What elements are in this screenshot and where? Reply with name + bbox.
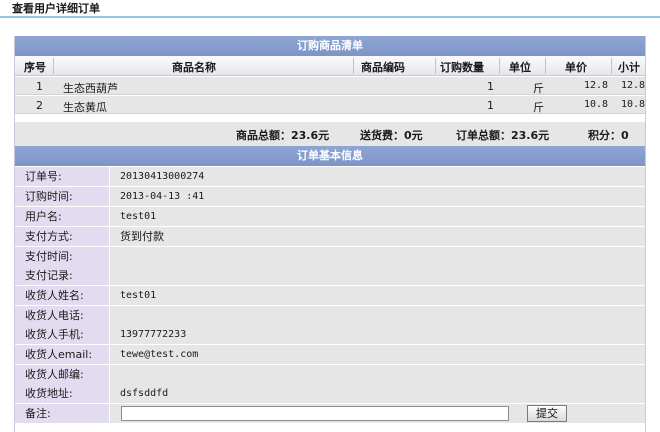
order-detail-panel: 订购商品清单 序号 商品名称 商品编码 订购数量 单位 单价 小计 1 生态西葫… — [14, 36, 646, 432]
info-label: 收货人电话: — [15, 306, 109, 325]
row-unit: 斤 — [533, 101, 544, 114]
remark-input[interactable] — [121, 406, 509, 421]
info-value: test01 — [110, 207, 645, 226]
basic-info-section-title: 订单基本信息 — [15, 146, 645, 166]
col-code: 商品编码 — [361, 61, 405, 74]
info-label: 支付记录: — [15, 266, 109, 285]
info-label: 收货人姓名: — [15, 286, 109, 305]
info-label: 支付时间: — [15, 247, 109, 266]
row-subtotal: 12.8 — [621, 80, 646, 91]
column-divider[interactable] — [611, 58, 612, 74]
goods-table-header: 序号 商品名称 商品编码 订购数量 单位 单价 小计 — [15, 56, 645, 76]
info-value — [110, 306, 645, 325]
info-row-payment-method: 支付方式: 货到付款 — [15, 227, 645, 246]
row-price: 12.8 — [584, 80, 609, 91]
column-divider[interactable] — [435, 58, 436, 74]
info-value — [110, 266, 645, 285]
col-qty: 订购数量 — [440, 61, 484, 74]
info-value: 13977772233 — [110, 325, 645, 344]
info-label: 支付方式: — [15, 227, 109, 246]
column-divider[interactable] — [53, 58, 54, 74]
info-label: 收货人email: — [15, 345, 109, 364]
info-row-payment-record: 支付记录: — [15, 266, 645, 285]
info-value — [110, 247, 645, 266]
col-subtotal: 小计 — [618, 61, 640, 74]
info-row-receiver-email: 收货人email: tewe@test.com — [15, 345, 645, 364]
info-label: 收货人邮编: — [15, 365, 109, 384]
goods-total: 商品总额：23.6元 — [236, 129, 330, 142]
info-row-remark: 备注: 提交 — [15, 404, 645, 423]
info-label: 备注: — [15, 404, 109, 423]
table-row: 2 生态黄瓜 1 斤 10.8 10.8 — [15, 96, 645, 114]
col-unit: 单位 — [509, 61, 531, 74]
col-price: 单价 — [565, 61, 587, 74]
info-value: 20130413000274 — [110, 167, 645, 186]
table-row: 1 生态西葫芦 1 斤 12.8 12.8 — [15, 77, 645, 95]
info-row-receiver-mobile: 收货人手机: 13977772233 — [15, 325, 645, 344]
row-subtotal: 10.8 — [621, 99, 646, 110]
info-row-receiver-postcode: 收货人邮编: — [15, 365, 645, 384]
row-price: 10.8 — [584, 99, 609, 110]
info-label: 用户名: — [15, 207, 109, 226]
col-name: 商品名称 — [172, 61, 216, 74]
row-qty: 1 — [487, 80, 494, 93]
info-row-receiver-name: 收货人姓名: test01 — [15, 286, 645, 305]
points: 积分：0 — [588, 129, 629, 142]
column-divider[interactable] — [353, 58, 354, 74]
info-label: 收货人手机: — [15, 325, 109, 344]
info-value: test01 — [110, 286, 645, 305]
info-value: 货到付款 — [110, 227, 645, 246]
goods-section-title: 订购商品清单 — [15, 36, 645, 56]
info-row-username: 用户名: test01 — [15, 207, 645, 226]
info-label: 订购时间: — [15, 187, 109, 206]
row-product-name: 生态黄瓜 — [63, 101, 107, 114]
info-value: 2013-04-13 :41 — [110, 187, 645, 206]
page-header: 查看用户详细订单 — [0, 0, 660, 18]
row-product-name: 生态西葫芦 — [63, 82, 118, 95]
col-index: 序号 — [24, 61, 46, 74]
info-label: 订单号: — [15, 167, 109, 186]
info-row-payment-time: 支付时间: — [15, 247, 645, 266]
info-row-address: 收货地址: dsfsddfd — [15, 384, 645, 403]
info-row-order-time: 订购时间: 2013-04-13 :41 — [15, 187, 645, 206]
row-index: 2 — [36, 99, 43, 112]
submit-button[interactable]: 提交 — [527, 405, 567, 422]
page-title: 查看用户详细订单 — [12, 2, 100, 15]
info-label: 收货地址: — [15, 384, 109, 403]
column-divider[interactable] — [499, 58, 500, 74]
info-row-receiver-phone: 收货人电话: — [15, 306, 645, 325]
order-summary: 商品总额：23.6元 送货费：0元 订单总额：23.6元 积分：0 — [15, 122, 645, 146]
shipping-fee: 送货费：0元 — [360, 129, 423, 142]
row-index: 1 — [36, 80, 43, 93]
row-qty: 1 — [487, 99, 494, 112]
info-row-order-number: 订单号: 20130413000274 — [15, 167, 645, 186]
row-unit: 斤 — [533, 82, 544, 95]
info-value — [110, 365, 645, 384]
order-total: 订单总额：23.6元 — [456, 129, 550, 142]
info-value: dsfsddfd — [110, 384, 645, 403]
column-divider[interactable] — [545, 58, 546, 74]
info-value: tewe@test.com — [110, 345, 645, 364]
